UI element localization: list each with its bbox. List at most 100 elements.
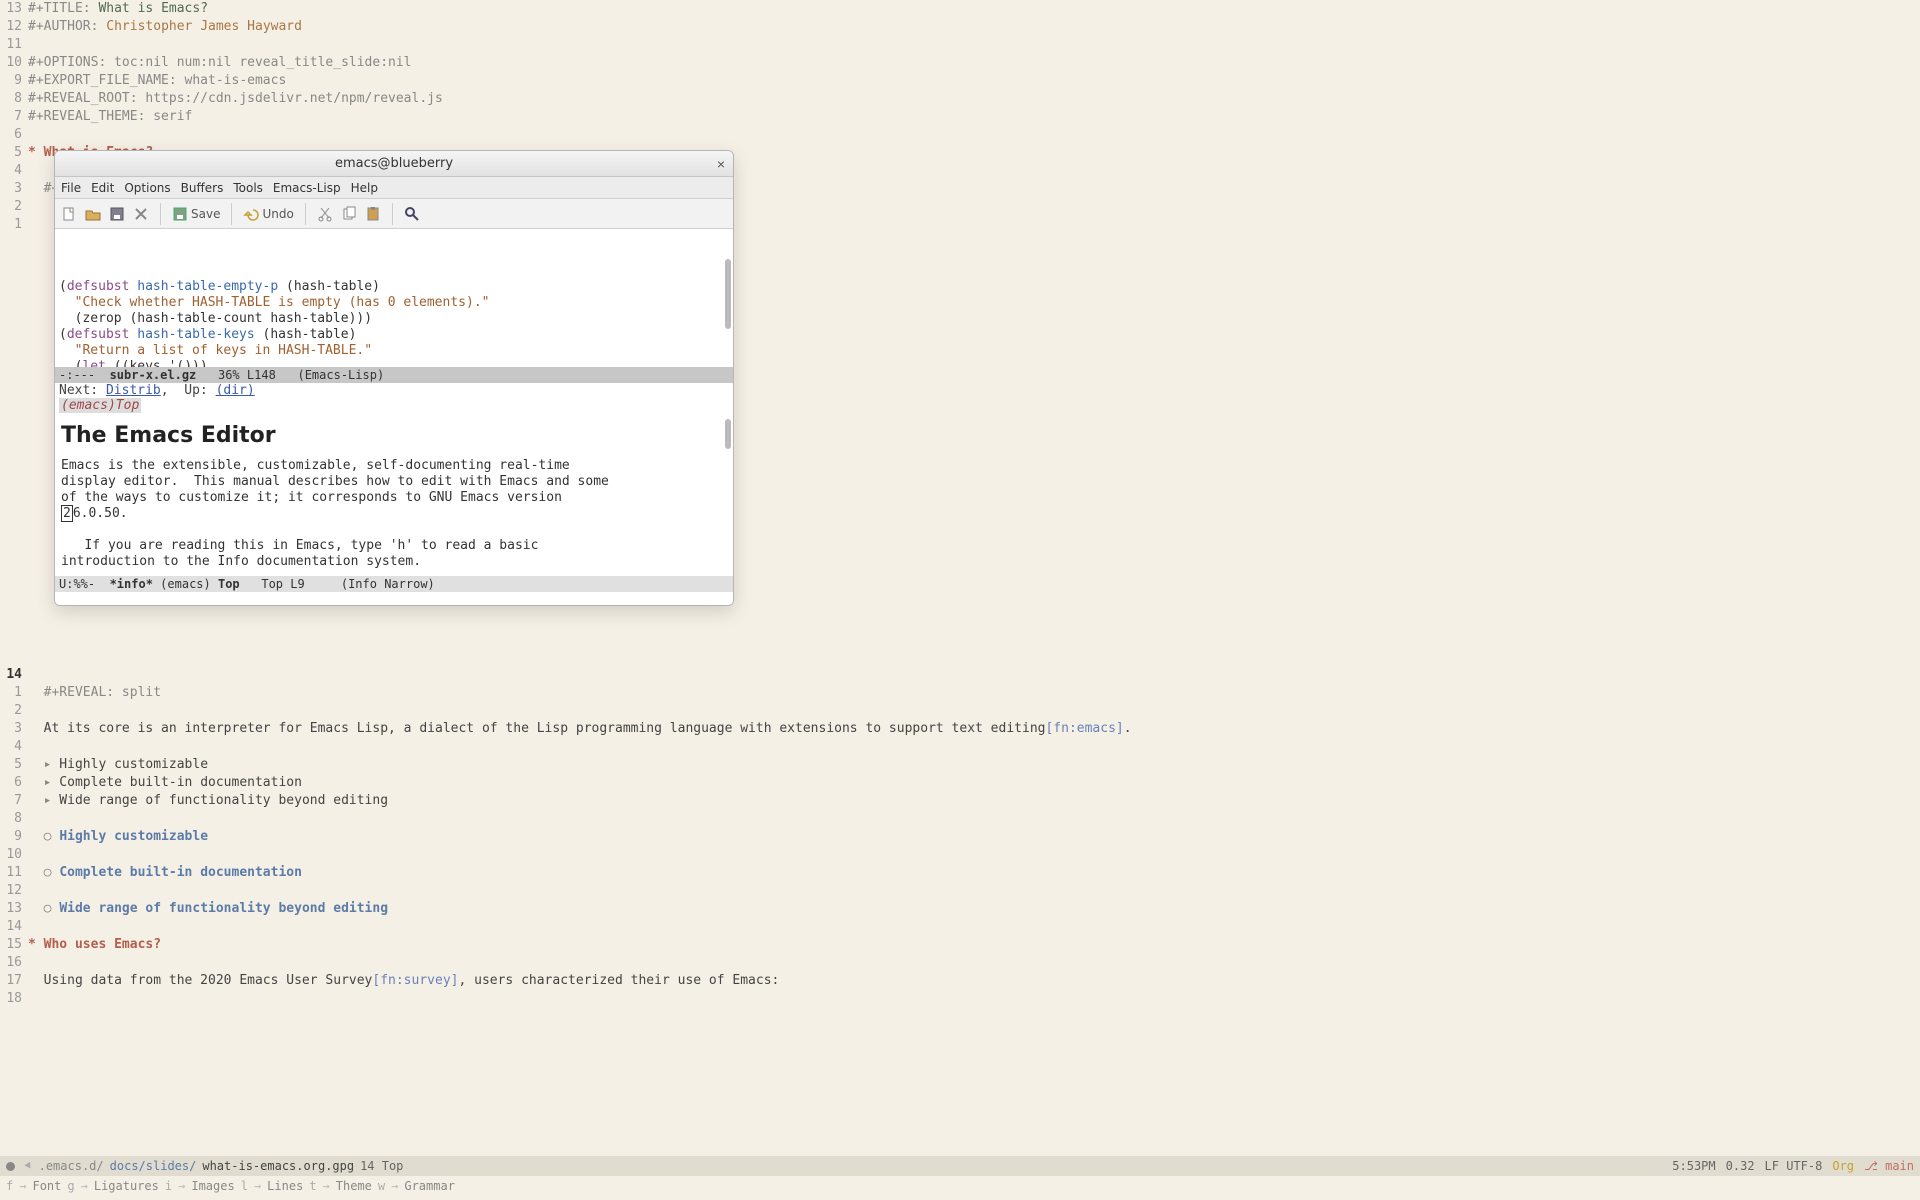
line-number: 4 bbox=[0, 162, 28, 180]
code-line[interactable] bbox=[28, 810, 1920, 828]
code-line[interactable] bbox=[28, 882, 1920, 900]
nav-left-icon[interactable]: ⯇ bbox=[23, 1159, 33, 1174]
close-icon[interactable]: × bbox=[717, 156, 725, 172]
code-line[interactable]: #+REVEAL_ROOT: https://cdn.jsdelivr.net/… bbox=[28, 90, 1920, 108]
paste-icon[interactable] bbox=[365, 206, 381, 222]
info-pane[interactable]: The Emacs Editor Emacs is the extensible… bbox=[55, 413, 733, 576]
code-line[interactable] bbox=[28, 954, 1920, 972]
info-up-link[interactable]: (dir) bbox=[216, 383, 255, 398]
line-number: 14 bbox=[0, 918, 28, 936]
hydra-key[interactable]: g bbox=[67, 1179, 74, 1193]
hydra-key[interactable]: w bbox=[378, 1179, 385, 1193]
code-line[interactable]: #+AUTHOR: Christopher James Hayward bbox=[28, 18, 1920, 36]
code-line[interactable] bbox=[28, 36, 1920, 54]
line-number: 18 bbox=[0, 990, 28, 1008]
line-number: 7 bbox=[0, 792, 28, 810]
code-line[interactable] bbox=[28, 918, 1920, 936]
line-number: 10 bbox=[0, 846, 28, 864]
info-next-link[interactable]: Distrib bbox=[106, 383, 161, 398]
line-number: 8 bbox=[0, 810, 28, 828]
menu-edit[interactable]: Edit bbox=[91, 181, 114, 195]
code-line[interactable]: ○ Complete built-in documentation bbox=[28, 864, 1920, 882]
code-line[interactable] bbox=[28, 846, 1920, 864]
mode-line-lower: U:%%- *info* (emacs) Top Top L9 (Info Na… bbox=[55, 576, 733, 592]
menu-tools[interactable]: Tools bbox=[233, 181, 263, 195]
hydra-key[interactable]: l bbox=[241, 1179, 248, 1193]
line-number: 2 bbox=[0, 702, 28, 720]
code-line: (defsubst hash-table-keys (hash-table) bbox=[59, 327, 729, 343]
scrollbar[interactable] bbox=[725, 259, 731, 329]
close-x-icon[interactable] bbox=[133, 206, 149, 222]
line-number: 6 bbox=[0, 126, 28, 144]
menu-file[interactable]: File bbox=[61, 181, 81, 195]
new-file-icon[interactable] bbox=[61, 206, 77, 222]
menu-emacs-lisp[interactable]: Emacs-Lisp bbox=[273, 181, 341, 195]
copy-icon[interactable] bbox=[341, 206, 357, 222]
git-branch: ⎇ main bbox=[1864, 1159, 1914, 1173]
line-number: 2 bbox=[0, 198, 28, 216]
code-line[interactable]: #+TITLE: What is Emacs? bbox=[28, 0, 1920, 18]
line-number: 12 bbox=[0, 18, 28, 36]
info-text: Emacs is the extensible, customizable, s… bbox=[61, 458, 727, 570]
menu-buffers[interactable]: Buffers bbox=[181, 181, 224, 195]
code-line[interactable] bbox=[28, 126, 1920, 144]
search-icon[interactable] bbox=[404, 206, 420, 222]
hydra-label: Grammar bbox=[404, 1179, 455, 1193]
scrollbar[interactable] bbox=[725, 419, 731, 449]
hydra-label: Images bbox=[191, 1179, 234, 1193]
code-line[interactable] bbox=[28, 738, 1920, 756]
load-average: 0.32 bbox=[1726, 1159, 1755, 1173]
line-number: 1 bbox=[0, 684, 28, 702]
line-number: 9 bbox=[0, 828, 28, 846]
save-button[interactable]: Save bbox=[172, 206, 220, 222]
line-number: 16 bbox=[0, 954, 28, 972]
elisp-code-pane[interactable]: (defsubst hash-table-empty-p (hash-table… bbox=[55, 229, 733, 367]
hydra-key[interactable]: t bbox=[309, 1179, 316, 1193]
code-line[interactable]: At its core is an interpreter for Emacs … bbox=[28, 720, 1920, 738]
code-line[interactable]: #+REVEAL_THEME: serif bbox=[28, 108, 1920, 126]
minibuffer[interactable] bbox=[55, 592, 733, 605]
window-titlebar[interactable]: emacs@blueberry × bbox=[55, 151, 733, 177]
status-dot-icon bbox=[6, 1162, 15, 1171]
code-line[interactable]: ○ Wide range of functionality beyond edi… bbox=[28, 900, 1920, 918]
save-disk-icon[interactable] bbox=[109, 206, 125, 222]
code-line[interactable]: #+REVEAL: split bbox=[28, 684, 1920, 702]
code-line[interactable]: #+OPTIONS: toc:nil num:nil reveal_title_… bbox=[28, 54, 1920, 72]
code-line: (let ((keys '())) bbox=[59, 359, 729, 367]
hydra-key[interactable]: i bbox=[165, 1179, 172, 1193]
code-line[interactable]: * Who uses Emacs? bbox=[28, 936, 1920, 954]
current-line-number: 14 bbox=[0, 666, 28, 684]
menu-options[interactable]: Options bbox=[124, 181, 170, 195]
undo-button[interactable]: Undo bbox=[243, 206, 293, 222]
major-mode: Org bbox=[1832, 1159, 1854, 1173]
code-line[interactable]: ▸ Highly customizable bbox=[28, 756, 1920, 774]
arrow-icon: → bbox=[254, 1179, 261, 1193]
arrow-icon: → bbox=[391, 1179, 398, 1193]
code-line[interactable] bbox=[28, 702, 1920, 720]
code-line[interactable]: #+EXPORT_FILE_NAME: what-is-emacs bbox=[28, 72, 1920, 90]
arrow-icon: → bbox=[323, 1179, 330, 1193]
cut-icon[interactable] bbox=[317, 206, 333, 222]
code-line: "Check whether HASH-TABLE is empty (has … bbox=[59, 295, 729, 311]
line-number: 1 bbox=[0, 216, 28, 666]
code-line[interactable] bbox=[28, 990, 1920, 1008]
path-segment: docs/slides/ bbox=[110, 1159, 197, 1173]
menu-help[interactable]: Help bbox=[351, 181, 378, 195]
code-line[interactable]: ▸ Wide range of functionality beyond edi… bbox=[28, 792, 1920, 810]
line-number: 13 bbox=[0, 0, 28, 18]
emacs-inner-window: emacs@blueberry × File Edit Options Buffers… bbox=[54, 150, 734, 606]
hydra-label: Font bbox=[32, 1179, 61, 1193]
buffer-name: what-is-emacs.org.gpg bbox=[202, 1159, 354, 1173]
code-line[interactable]: ▸ Complete built-in documentation bbox=[28, 774, 1920, 792]
line-number: 17 bbox=[0, 972, 28, 990]
hydra-hint-bar: f→Fontg→Ligaturesi→Imagesl→Linest→Themew… bbox=[0, 1178, 1920, 1194]
line-number: 11 bbox=[0, 36, 28, 54]
code-line[interactable]: ○ Highly customizable bbox=[28, 828, 1920, 846]
clock: 5:53PM bbox=[1672, 1159, 1715, 1173]
code-line[interactable]: Using data from the 2020 Emacs User Surv… bbox=[28, 972, 1920, 990]
line-number: 8 bbox=[0, 90, 28, 108]
info-nav: Next: Distrib, Up: (dir) (emacs)Top bbox=[55, 383, 733, 413]
open-file-icon[interactable] bbox=[85, 206, 101, 222]
menu-bar[interactable]: File Edit Options Buffers Tools Emacs-Lisp Hel… bbox=[55, 177, 733, 199]
hydra-key[interactable]: f bbox=[6, 1179, 13, 1193]
